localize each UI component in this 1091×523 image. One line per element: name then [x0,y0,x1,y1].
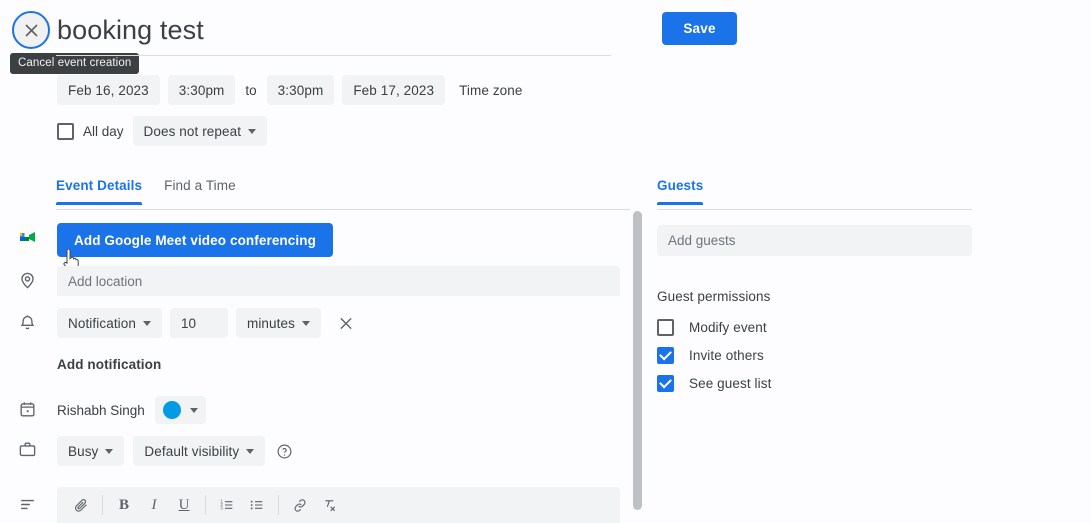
owner-name: Rishabh Singh [57,402,145,418]
close-icon [24,23,38,37]
svg-text:3: 3 [220,506,223,511]
bold-icon[interactable]: B [110,491,138,519]
event-creation-dialog: Cancel event creation booking test Save … [0,0,1091,523]
remove-notification-button[interactable] [333,310,359,336]
busy-dropdown[interactable]: Busy [57,436,125,466]
location-input[interactable] [57,266,620,296]
start-date-button[interactable]: Feb 16, 2023 [57,75,160,105]
add-notification-button[interactable]: Add notification [57,357,161,372]
repeat-dropdown[interactable]: Does not repeat [132,116,268,146]
all-day-label[interactable]: All day [83,124,124,139]
permission-invite-others[interactable]: Invite others [657,341,771,369]
permission-label: Modify event [689,319,767,335]
add-guests-input[interactable] [657,225,972,256]
save-button[interactable]: Save [662,12,737,45]
notification-type-dropdown[interactable]: Notification [57,308,162,338]
link-icon[interactable] [286,491,314,519]
bulleted-list-icon[interactable] [243,491,271,519]
bell-icon [18,313,37,337]
title-underline [56,55,611,56]
toolbar-separator [102,495,103,515]
permission-label: See guest list [689,375,772,391]
event-color-dropdown[interactable] [154,396,206,424]
cancel-tooltip: Cancel event creation [10,53,140,74]
visibility-help-button[interactable] [274,443,295,460]
tab-guests[interactable]: Guests [657,178,704,205]
tab-find-a-time[interactable]: Find a Time [164,178,236,205]
guest-permissions-list: Modify event Invite others See guest lis… [657,313,771,397]
calendar-owner-row: Rishabh Singh [57,396,206,424]
chevron-down-icon [142,320,151,326]
permission-see-guest-list[interactable]: See guest list [657,369,771,397]
notification-unit-dropdown[interactable]: minutes [235,308,321,338]
chevron-down-icon [189,407,198,413]
visibility-label: Default visibility [144,443,240,459]
left-tabs-rule [56,209,630,210]
cancel-event-creation-button[interactable] [12,11,50,49]
content-scrollbar-thumb[interactable] [633,211,642,510]
time-zone-button[interactable]: Time zone [453,75,528,105]
google-meet-icon [18,226,40,253]
all-day-row: All day Does not repeat [57,116,268,146]
notification-unit-label: minutes [246,315,295,331]
notification-amount-input[interactable] [169,308,228,338]
tab-event-details[interactable]: Event Details [56,178,143,205]
description-lines-icon [18,495,37,519]
attach-icon[interactable] [67,491,95,519]
modify-event-checkbox[interactable] [657,318,674,336]
right-tabs-rule [657,209,972,210]
see-guest-list-checkbox[interactable] [657,374,674,392]
guest-permissions-title: Guest permissions [657,289,771,304]
permission-modify-event[interactable]: Modify event [657,313,771,341]
chevron-down-icon [246,448,255,454]
toolbar-separator [278,495,279,515]
end-date-button[interactable]: Feb 17, 2023 [342,75,446,105]
underline-icon[interactable]: U [170,491,198,519]
busy-label: Busy [68,443,99,459]
notification-row: Notification minutes [57,308,359,338]
close-icon [340,317,352,329]
right-tabs: Guests [657,178,725,205]
permission-label: Invite others [689,347,764,363]
notification-type-label: Notification [68,315,136,331]
repeat-label: Does not repeat [143,123,242,139]
to-label: to [245,82,257,98]
event-title[interactable]: booking test [57,13,204,47]
chevron-down-icon [105,448,114,454]
add-google-meet-button[interactable]: Add Google Meet video conferencing [57,223,333,257]
help-circle-icon [277,444,292,458]
italic-icon[interactable]: I [140,491,168,519]
all-day-checkbox[interactable] [57,122,74,140]
invite-others-checkbox[interactable] [657,346,674,364]
remove-formatting-icon[interactable] [316,491,344,519]
description-formatting-toolbar: B I U 1 2 3 [57,487,620,523]
location-pin-icon [18,271,37,295]
chevron-down-icon [248,128,257,134]
toolbar-separator [205,495,206,515]
event-color-dot [162,401,181,419]
date-time-row: Feb 16, 2023 3:30pm to 3:30pm Feb 17, 20… [57,75,529,105]
chevron-down-icon [301,320,310,326]
availability-row: Busy Default visibility [57,436,295,466]
start-time-button[interactable]: 3:30pm [167,75,236,105]
calendar-icon [18,400,37,424]
left-tabs: Event Details Find a Time [56,178,258,205]
numbered-list-icon[interactable]: 1 2 3 [213,491,241,519]
briefcase-icon [18,440,37,464]
visibility-dropdown[interactable]: Default visibility [133,436,266,466]
end-time-button[interactable]: 3:30pm [266,75,335,105]
